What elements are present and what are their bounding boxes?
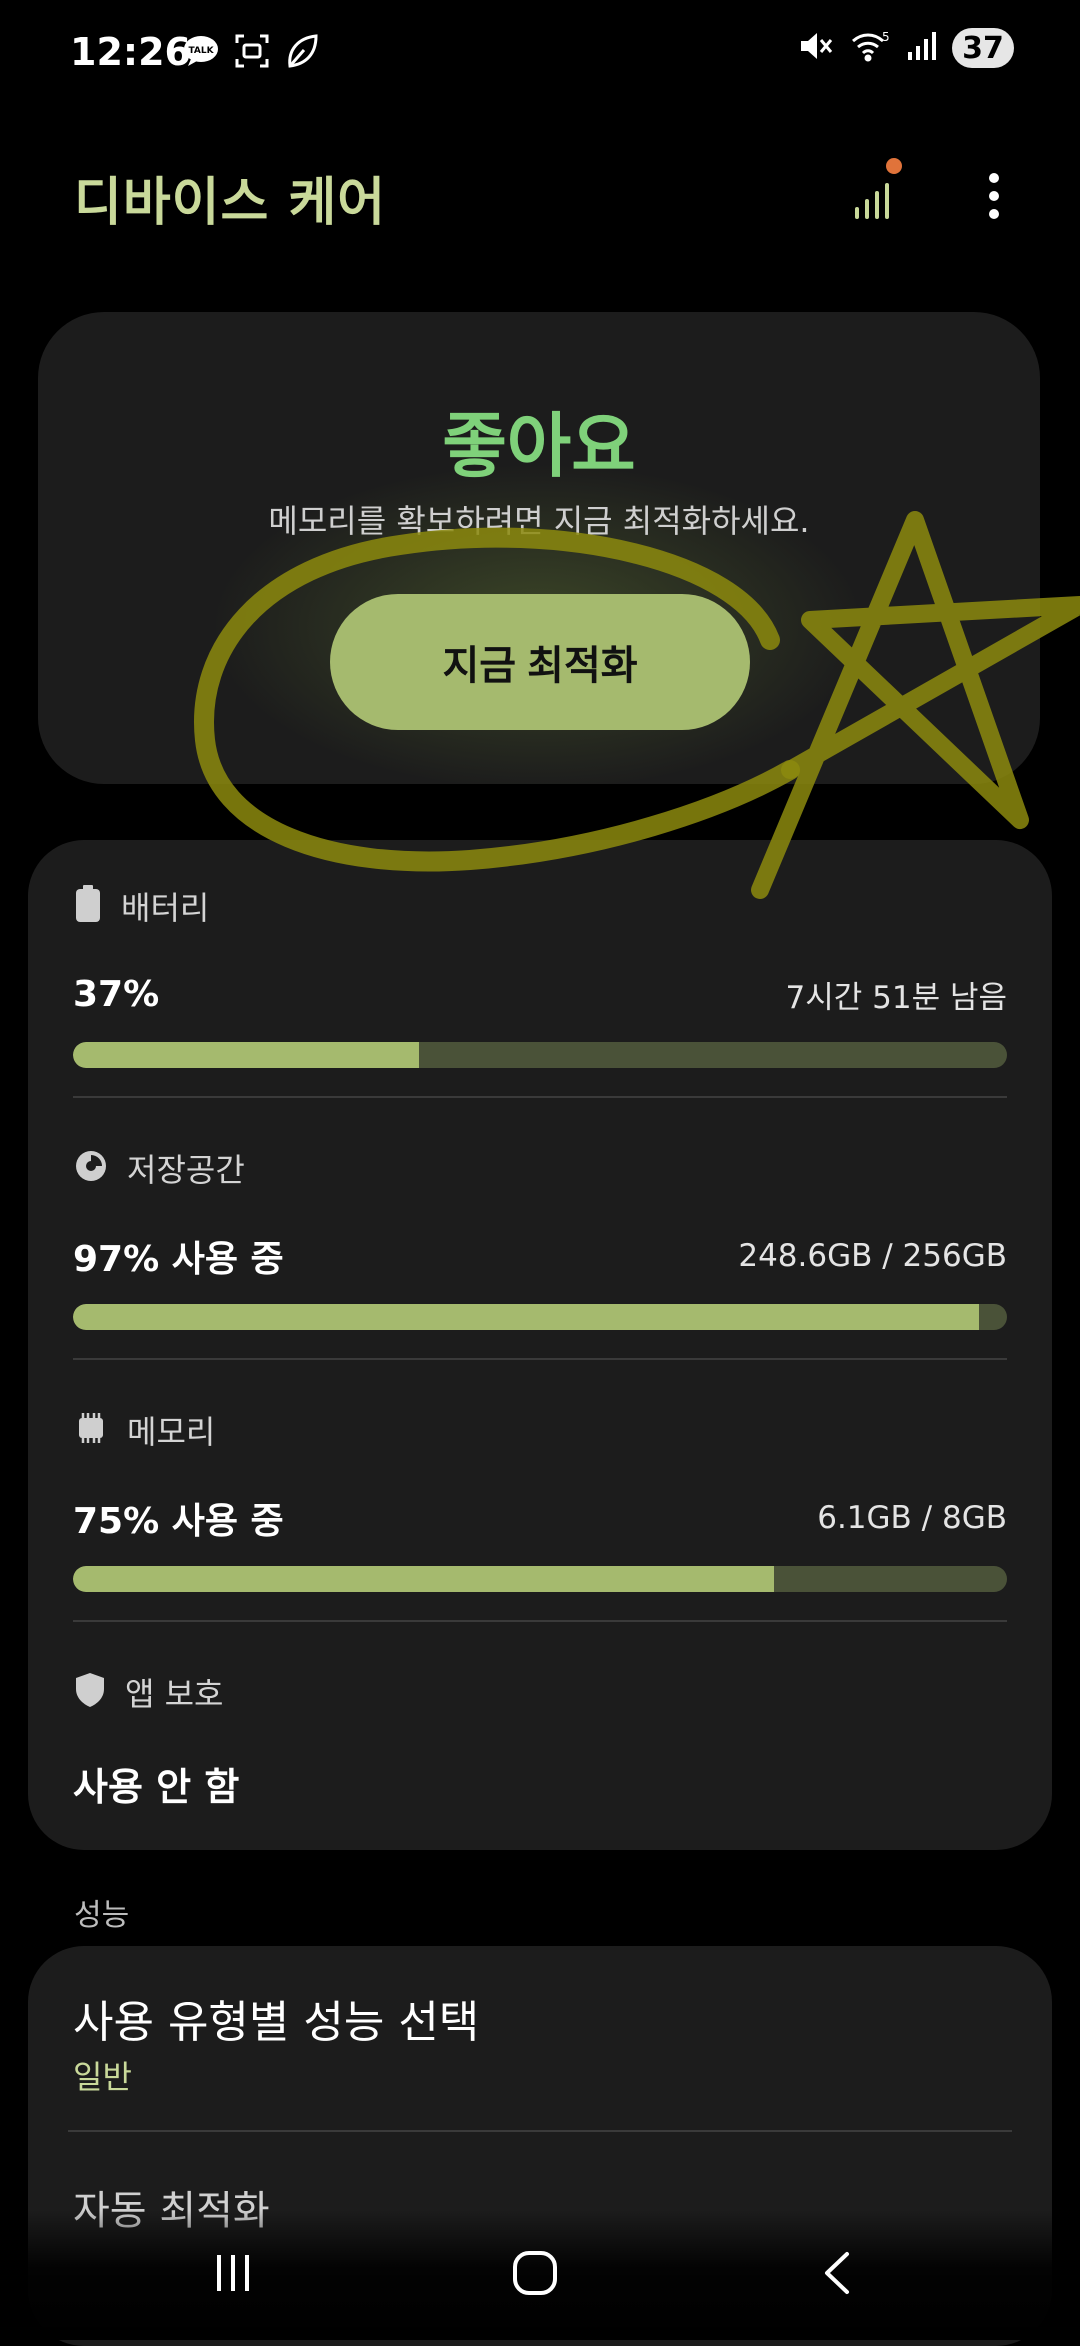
device-status-card: 좋아요 메모리를 확보하려면 지금 최적화하세요. 지금 최적화 <box>38 312 1040 784</box>
battery-value: 37% <box>73 973 160 1015</box>
mute-icon <box>798 29 834 67</box>
notification-dot <box>886 158 902 174</box>
signal-icon <box>906 30 936 66</box>
status-headline: 좋아요 <box>442 405 636 487</box>
leaf-icon <box>284 32 320 74</box>
performance-section-label: 성능 <box>74 1898 130 1933</box>
signal-chart-icon <box>849 171 899 225</box>
status-notification-icons: TALK <box>182 32 320 74</box>
memory-section[interactable]: 메모리 75% 사용 중 6.1GB / 8GB <box>73 1406 1007 1592</box>
divider <box>68 2130 1012 2132</box>
battery-label: 배터리 <box>121 889 210 927</box>
svg-text:TALK: TALK <box>188 46 214 56</box>
optimize-now-button[interactable]: 지금 최적화 <box>330 594 750 730</box>
recent-apps-button[interactable] <box>188 2240 278 2310</box>
status-bar: 12:26 TALK 5 37 <box>0 0 1080 110</box>
app-protection-value: 사용 안 함 <box>73 1765 240 1809</box>
performance-chart-button[interactable] <box>834 158 914 238</box>
storage-section[interactable]: 저장공간 97% 사용 중 248.6GB / 256GB <box>73 1144 1007 1330</box>
battery-progress-fill <box>73 1042 419 1068</box>
performance-mode-value: 일반 <box>73 2058 132 2096</box>
app-protection-section[interactable]: 앱 보호 사용 안 함 <box>73 1668 1007 1811</box>
screenshot-icon <box>234 33 270 73</box>
more-options-button[interactable] <box>954 158 1034 238</box>
resources-card: 배터리 37% 7시간 51분 남음 저장공간 97% 사용 중 248.6GB… <box>28 840 1052 1850</box>
battery-section[interactable]: 배터리 37% 7시간 51분 남음 <box>73 882 1007 1068</box>
header-actions <box>834 158 1034 238</box>
storage-value: 97% 사용 중 <box>73 1239 284 1280</box>
status-system-icons: 5 37 <box>798 28 1014 68</box>
performance-mode-title[interactable]: 사용 유형별 성능 선택 <box>73 1986 479 2050</box>
back-button[interactable] <box>792 2240 882 2310</box>
memory-detail: 6.1GB / 8GB <box>817 1500 1007 1536</box>
back-icon <box>817 2248 857 2302</box>
home-icon <box>510 2248 560 2302</box>
recent-apps-icon <box>211 2251 255 2299</box>
storage-pie-icon <box>73 1148 109 1188</box>
storage-progress-bar <box>73 1304 1007 1330</box>
memory-chip-icon <box>73 1410 109 1450</box>
shield-icon <box>73 1671 107 1713</box>
battery-icon <box>73 884 103 928</box>
memory-value: 75% 사용 중 <box>73 1501 284 1542</box>
app-protection-label: 앱 보호 <box>125 1675 224 1713</box>
battery-level-badge: 37 <box>952 28 1014 68</box>
battery-progress-bar <box>73 1042 1007 1068</box>
home-button[interactable] <box>490 2240 580 2310</box>
memory-progress-bar <box>73 1566 1007 1592</box>
status-subtitle: 메모리를 확보하려면 지금 최적화하세요. <box>268 502 810 540</box>
svg-text:5: 5 <box>882 30 890 44</box>
more-options-icon <box>988 172 1000 224</box>
memory-label: 메모리 <box>127 1413 216 1451</box>
divider <box>73 1096 1007 1098</box>
page-title: 디바이스 케어 <box>74 173 387 233</box>
battery-detail: 7시간 51분 남음 <box>785 979 1007 1016</box>
divider <box>73 1358 1007 1360</box>
storage-label: 저장공간 <box>127 1151 245 1189</box>
memory-progress-fill <box>73 1566 774 1592</box>
storage-progress-fill <box>73 1304 979 1330</box>
status-time: 12:26 <box>70 30 191 74</box>
wifi-icon: 5 <box>850 29 890 67</box>
divider <box>73 1620 1007 1622</box>
navigation-bar <box>0 2210 1080 2340</box>
kakaotalk-icon: TALK <box>182 34 220 72</box>
storage-detail: 248.6GB / 256GB <box>738 1238 1007 1274</box>
